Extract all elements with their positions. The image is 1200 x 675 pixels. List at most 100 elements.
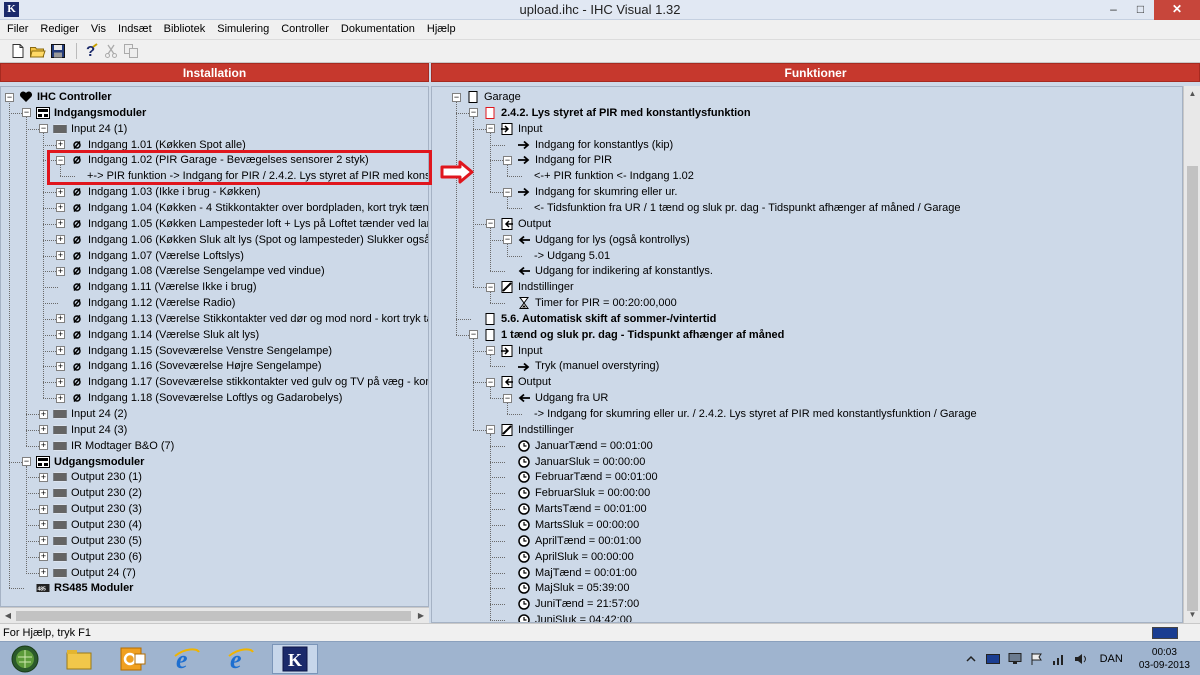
expand-toggle-icon[interactable]: + [56,314,65,324]
funktioner-tree-item[interactable]: Indstillinger [500,279,574,295]
expand-toggle-icon[interactable]: + [56,330,65,340]
scroll-up-icon[interactable]: ▲ [1184,86,1200,102]
funktioner-tree-item[interactable]: Output [500,216,551,232]
installation-tree-item[interactable]: Output 230 (2) [53,485,142,501]
installation-tree-item[interactable]: Input 24 (3) [53,422,127,438]
expand-toggle-icon[interactable]: + [56,393,65,403]
menu-dokumentation[interactable]: Dokumentation [336,20,422,39]
expand-toggle-icon[interactable]: + [56,140,65,150]
installation-tree-item[interactable]: Indgangsmoduler [36,105,146,121]
expand-toggle-icon[interactable]: + [56,187,65,197]
collapse-toggle-icon[interactable]: − [39,124,48,134]
funktioner-tree-item[interactable]: Input [500,343,542,359]
show-hidden-icon[interactable] [964,653,978,665]
collapse-toggle-icon[interactable]: − [469,108,478,118]
menu-indsaet[interactable]: Indsæt [113,20,159,39]
expand-toggle-icon[interactable]: + [39,441,48,451]
collapse-toggle-icon[interactable]: − [503,187,512,197]
menu-simulering[interactable]: Simulering [212,20,276,39]
installation-tree-item[interactable]: Output 230 (3) [53,501,142,517]
funktioner-tree-item[interactable]: Tryk (manuel overstyring) [517,358,659,374]
collapse-toggle-icon[interactable]: − [503,235,512,245]
installation-tree-item[interactable]: Output 230 (5) [53,533,142,549]
collapse-toggle-icon[interactable]: − [22,108,31,118]
funktioner-tree-item[interactable]: MajSluk = 05:39:00 [517,580,629,596]
collapse-toggle-icon[interactable]: − [486,124,495,134]
installation-tree-item[interactable]: Output 24 (7) [53,565,136,581]
app-icon[interactable]: K [4,2,19,17]
keyboard-tray-icon[interactable] [985,653,1000,665]
menu-vis[interactable]: Vis [86,20,113,39]
installation-tree-item[interactable]: Indgang 1.17 (Soveværelse stikkontakter … [70,374,428,390]
installation-tree-item[interactable]: Indgang 1.11 (Værelse Ikke i brug) [70,279,257,295]
installation-tree-item[interactable]: Input 24 (1) [53,121,127,137]
open-folder-icon[interactable] [30,43,46,59]
collapse-toggle-icon[interactable]: − [503,393,512,403]
collapse-toggle-icon[interactable]: − [486,377,495,387]
scroll-down-icon[interactable]: ▼ [1184,607,1200,623]
volume-icon[interactable] [1074,653,1088,665]
funktioner-tree-item[interactable]: 2.4.2. Lys styret af PIR med konstantlys… [483,105,751,121]
installation-tree-item[interactable]: IHC Controller [19,89,112,105]
menu-bibliotek[interactable]: Bibliotek [159,20,213,39]
funktioner-tree-item[interactable]: FebruarTænd = 00:01:00 [517,469,658,485]
maximize-button[interactable]: □ [1127,0,1154,20]
funktioner-tree-item[interactable]: JuniTænd = 21:57:00 [517,596,639,612]
installation-tree-item[interactable]: Indgang 1.04 (Køkken - 4 Stikkontakter o… [70,200,428,216]
funktioner-tree-item[interactable]: <- Tidsfunktion fra UR / 1 tænd og sluk … [534,200,960,216]
funktioner-tree-item[interactable]: Garage [466,89,521,105]
funktioner-tree-item[interactable]: JuniSluk = 04:42:00 [517,612,632,622]
internet-explorer-icon[interactable]: e [164,644,210,674]
installation-tree-item[interactable]: 485 RS485 Moduler [36,580,133,596]
expand-toggle-icon[interactable]: + [39,472,48,482]
minimize-button[interactable]: – [1100,0,1127,20]
expand-toggle-icon[interactable]: + [56,377,65,387]
funktioner-tree-item[interactable]: Indgang for skumring eller ur. [517,184,677,200]
expand-toggle-icon[interactable]: + [39,409,48,419]
expand-toggle-icon[interactable]: + [56,235,65,245]
expand-toggle-icon[interactable]: + [39,520,48,530]
copy-icon[interactable] [123,43,139,59]
collapse-toggle-icon[interactable]: − [469,330,478,340]
funktioner-tree-item[interactable]: MartsTænd = 00:01:00 [517,501,647,517]
scroll-right-icon[interactable]: ▶ [413,608,429,624]
help-icon[interactable]: ? [83,43,99,59]
signal-icon[interactable] [1052,653,1066,665]
funktioner-tree-item[interactable]: Indgang for PIR [517,152,612,168]
collapse-toggle-icon[interactable]: − [452,92,461,102]
funktioner-tree-item[interactable]: Output [500,374,551,390]
installation-tree-item[interactable]: Indgang 1.12 (Værelse Radio) [70,295,235,311]
menu-hjaelp[interactable]: Hjælp [422,20,463,39]
new-file-icon[interactable] [10,43,26,59]
scroll-left-icon[interactable]: ◀ [0,608,16,624]
installation-tree-item[interactable]: IR Modtager B&O (7) [53,438,174,454]
funktioner-tree-item[interactable]: JanuarSluk = 00:00:00 [517,454,645,470]
save-icon[interactable] [50,43,66,59]
expand-toggle-icon[interactable]: + [56,361,65,371]
funktioner-tree-item[interactable]: Indstillinger [500,422,574,438]
expand-toggle-icon[interactable]: + [56,251,65,260]
expand-toggle-icon[interactable]: + [56,266,65,276]
expand-toggle-icon[interactable]: + [39,552,48,562]
funktioner-tree-item[interactable]: JanuarTænd = 00:01:00 [517,438,653,454]
funktioner-tree-item[interactable]: 5.6. Automatisk skift af sommer-/vintert… [483,311,716,327]
funktioner-tree-item[interactable]: Timer for PIR = 00:20:00,000 [517,295,677,311]
expand-toggle-icon[interactable]: + [56,203,65,213]
collapse-toggle-icon[interactable]: − [5,92,14,102]
installation-tree-item[interactable]: Indgang 1.05 (Køkken Lampesteder loft + … [70,216,428,232]
expand-toggle-icon[interactable]: + [56,219,65,229]
scrollbar-thumb[interactable] [16,611,411,621]
horizontal-scrollbar[interactable]: ◀ ▶ [0,607,429,623]
expand-toggle-icon[interactable]: + [39,425,48,435]
installation-tree-item[interactable]: Output 230 (6) [53,549,142,565]
installation-tree-item[interactable]: Indgang 1.07 (Værelse Loftslys) [70,248,244,264]
installation-tree-item[interactable]: Indgang 1.06 (Køkken Sluk alt lys (Spot … [70,232,428,248]
funktioner-tree-item[interactable]: -> Udgang 5.01 [534,248,610,264]
funktioner-tree-item[interactable]: AprilTænd = 00:01:00 [517,533,641,549]
collapse-toggle-icon[interactable]: − [503,155,512,165]
installation-tree-item[interactable]: Indgang 1.13 (Værelse Stikkontakter ved … [70,311,428,327]
clock[interactable]: 00:03 03-09-2013 [1139,646,1190,672]
funktioner-tree-item[interactable]: Input [500,121,542,137]
installation-tree-item[interactable]: Indgang 1.03 (Ikke i brug - Køkken) [70,184,260,200]
installation-tree-item[interactable]: Indgang 1.14 (Værelse Sluk alt lys) [70,327,259,343]
